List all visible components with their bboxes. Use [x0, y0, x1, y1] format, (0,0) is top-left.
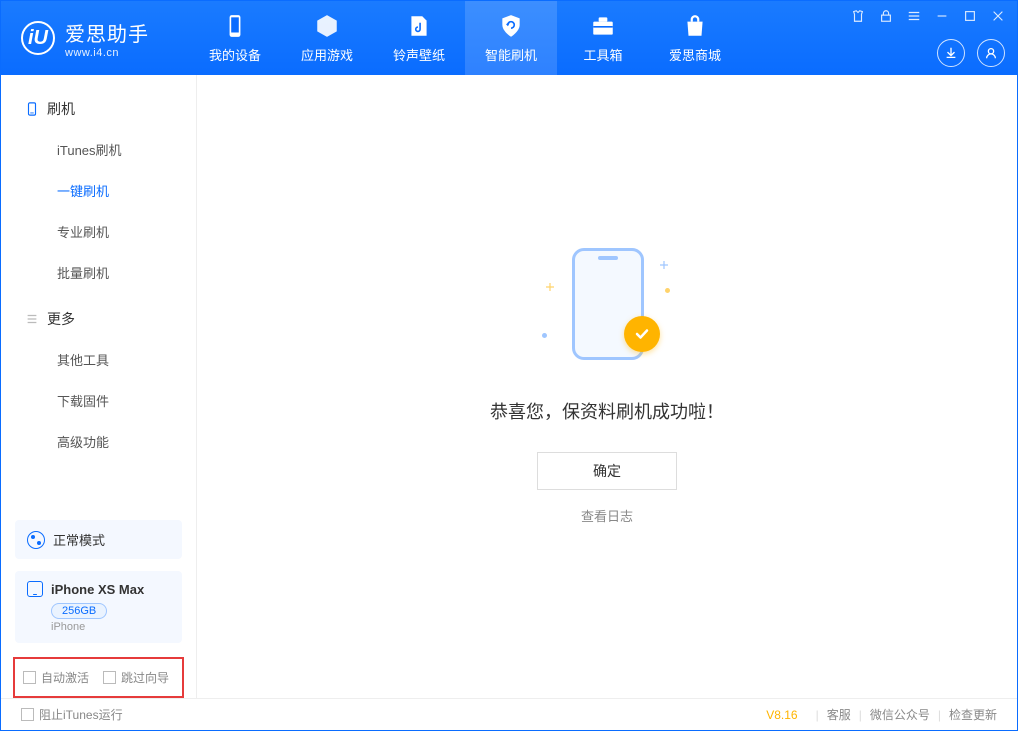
device-type: iPhone [51, 621, 170, 633]
window-controls [849, 7, 1007, 25]
statusbar: 阻止iTunes运行 V8.16 | 客服 | 微信公众号 | 检查更新 [1, 698, 1017, 730]
top-nav: 我的设备 应用游戏 铃声壁纸 智能刷机 工具箱 爱思商城 [189, 1, 741, 75]
dot-decoration [542, 333, 547, 338]
checkbox-block-itunes[interactable]: 阻止iTunes运行 [21, 706, 123, 723]
nav-ringtone-wallpaper[interactable]: 铃声壁纸 [373, 1, 465, 75]
mode-label: 正常模式 [53, 530, 105, 549]
minimize-button[interactable] [933, 7, 951, 25]
nav-smart-flash[interactable]: 智能刷机 [465, 1, 557, 75]
user-button[interactable] [977, 39, 1005, 67]
sidebar-item-itunes-flash[interactable]: iTunes刷机 [1, 129, 196, 170]
mode-icon [27, 531, 45, 549]
sidebar-section-more: 更多 其他工具 下载固件 高级功能 [1, 299, 196, 462]
checkbox-skip-guide[interactable]: 跳过向导 [103, 669, 169, 686]
sidebar-item-batch-flash[interactable]: 批量刷机 [1, 252, 196, 293]
cube-icon [314, 13, 340, 39]
shield-refresh-icon [498, 13, 524, 39]
nav-apps-games[interactable]: 应用游戏 [281, 1, 373, 75]
main-content: 恭喜您，保资料刷机成功啦！ 确定 查看日志 [197, 75, 1017, 698]
nav-my-device[interactable]: 我的设备 [189, 1, 281, 75]
status-link-wechat[interactable]: 微信公众号 [870, 706, 930, 723]
app-name: 爱思助手 [65, 18, 149, 47]
checkbox-auto-activate[interactable]: 自动激活 [23, 669, 89, 686]
sidebar-item-oneclick-flash[interactable]: 一键刷机 [1, 170, 196, 211]
ok-button[interactable]: 确定 [537, 452, 677, 490]
logo[interactable]: iU 爱思助手 www.i4.cn [1, 18, 169, 59]
sidebar-item-pro-flash[interactable]: 专业刷机 [1, 211, 196, 252]
nav-store[interactable]: 爱思商城 [649, 1, 741, 75]
phone-outline-icon [25, 102, 39, 116]
sparkle-icon [546, 278, 554, 286]
mode-card[interactable]: 正常模式 [15, 520, 182, 559]
check-badge-icon [624, 316, 660, 352]
device-icon [222, 13, 248, 39]
maximize-button[interactable] [961, 7, 979, 25]
close-button[interactable] [989, 7, 1007, 25]
toolbox-icon [590, 13, 616, 39]
status-link-support[interactable]: 客服 [827, 706, 851, 723]
device-storage-badge: 256GB [51, 603, 107, 619]
logo-icon: iU [21, 21, 55, 55]
status-link-update[interactable]: 检查更新 [949, 706, 997, 723]
app-window: iU 爱思助手 www.i4.cn 我的设备 应用游戏 铃声壁纸 智能刷机 [0, 0, 1018, 731]
view-log-link[interactable]: 查看日志 [581, 506, 633, 525]
device-name: iPhone XS Max [51, 582, 144, 597]
music-file-icon [406, 13, 432, 39]
sidebar-item-download-firmware[interactable]: 下载固件 [1, 380, 196, 421]
app-domain: www.i4.cn [65, 47, 149, 59]
sidebar: 刷机 iTunes刷机 一键刷机 专业刷机 批量刷机 更多 其他工具 下载固件 … [1, 75, 197, 698]
body: 刷机 iTunes刷机 一键刷机 专业刷机 批量刷机 更多 其他工具 下载固件 … [1, 75, 1017, 698]
header-action-buttons [937, 39, 1005, 67]
sidebar-item-other-tools[interactable]: 其他工具 [1, 339, 196, 380]
list-icon [25, 312, 39, 326]
version-label: V8.16 [766, 708, 797, 722]
menu-icon[interactable] [905, 7, 923, 25]
device-card[interactable]: iPhone XS Max 256GB iPhone [15, 571, 182, 643]
options-highlight-box: 自动激活 跳过向导 [13, 657, 184, 698]
dot-decoration [665, 288, 670, 293]
sparkle-icon [660, 256, 668, 264]
nav-toolbox[interactable]: 工具箱 [557, 1, 649, 75]
lock-icon[interactable] [877, 7, 895, 25]
download-button[interactable] [937, 39, 965, 67]
bag-icon [682, 13, 708, 39]
sidebar-head-flash[interactable]: 刷机 [1, 89, 196, 129]
shirt-icon[interactable] [849, 7, 867, 25]
device-icon [27, 581, 43, 597]
titlebar: iU 爱思助手 www.i4.cn 我的设备 应用游戏 铃声壁纸 智能刷机 [1, 1, 1017, 75]
sidebar-section-flash: 刷机 iTunes刷机 一键刷机 专业刷机 批量刷机 [1, 89, 196, 293]
success-message: 恭喜您，保资料刷机成功啦！ [490, 398, 724, 424]
success-illustration [542, 248, 672, 368]
status-right: V8.16 | 客服 | 微信公众号 | 检查更新 [766, 706, 997, 723]
sidebar-head-more[interactable]: 更多 [1, 299, 196, 339]
sidebar-item-advanced[interactable]: 高级功能 [1, 421, 196, 462]
